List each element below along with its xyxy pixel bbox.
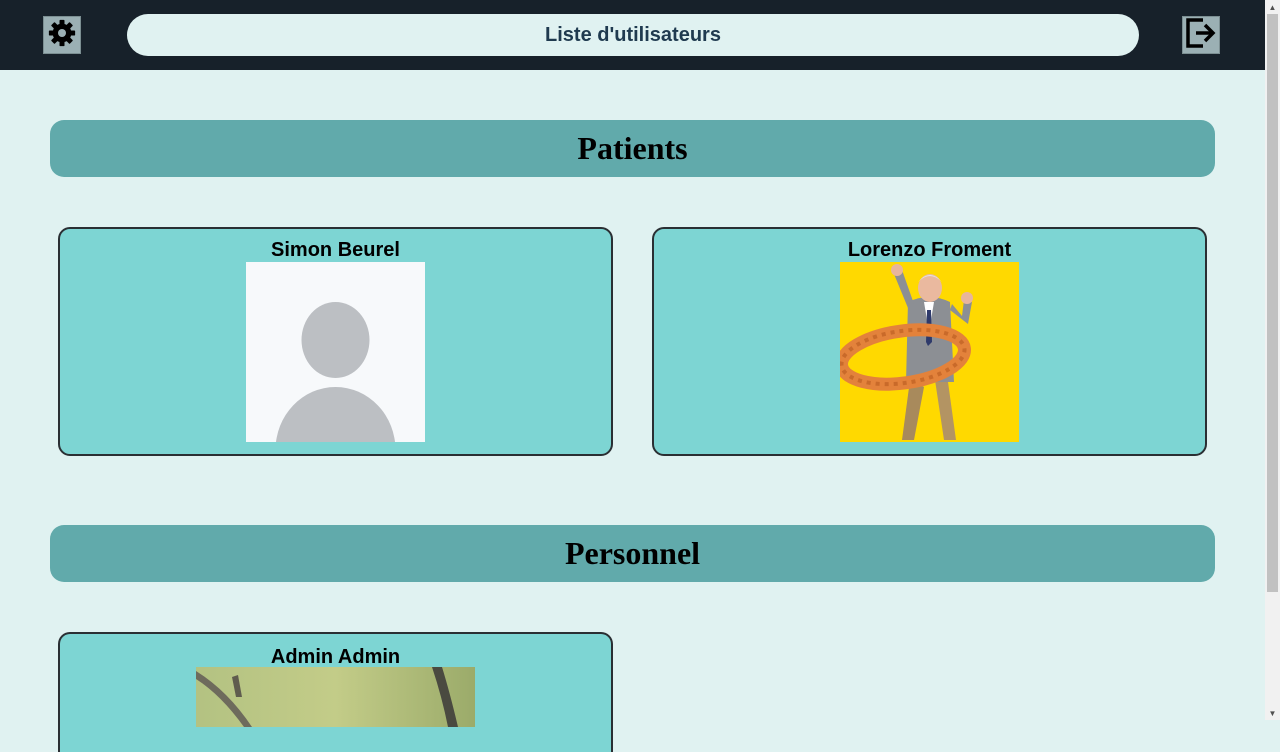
- vertical-scrollbar[interactable]: ▲ ▼: [1265, 0, 1280, 720]
- user-name: Lorenzo Froment: [847, 239, 1012, 261]
- user-name: Admin Admin: [270, 646, 401, 668]
- elderly-man-with-hula-hoop-photo: [840, 262, 1019, 442]
- logout-icon: [1184, 16, 1218, 55]
- user-card[interactable]: Lorenzo Froment: [652, 227, 1207, 456]
- user-card[interactable]: Simon Beurel: [58, 227, 613, 456]
- section-header-patients: Patients: [50, 120, 1215, 177]
- logout-button[interactable]: [1182, 16, 1220, 54]
- section-header-personnel: Personnel: [50, 525, 1215, 582]
- scrollbar-thumb[interactable]: [1267, 14, 1278, 592]
- default-avatar-placeholder: [246, 262, 425, 442]
- settings-button[interactable]: [43, 16, 81, 54]
- user-card[interactable]: Admin Admin: [58, 632, 613, 752]
- user-name: Simon Beurel: [271, 239, 400, 261]
- scroll-up-arrow-icon[interactable]: ▲: [1265, 0, 1280, 14]
- gear-icon: [47, 18, 77, 53]
- scroll-down-arrow-icon[interactable]: ▼: [1265, 706, 1280, 720]
- page-title: Liste d'utilisateurs: [127, 14, 1139, 56]
- bird-on-branch-photo: [196, 667, 475, 727]
- top-bar: Liste d'utilisateurs: [0, 0, 1265, 70]
